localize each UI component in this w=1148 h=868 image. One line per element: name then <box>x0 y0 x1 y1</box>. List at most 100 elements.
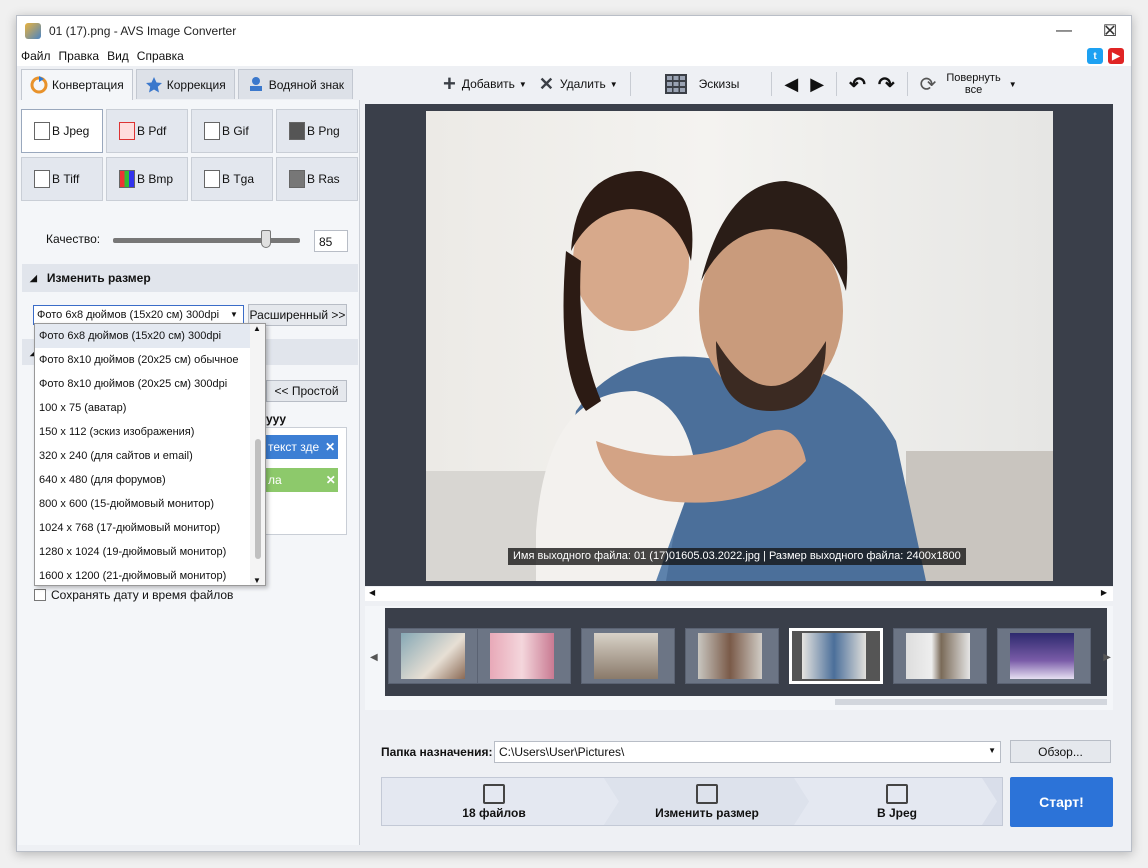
scrollbar-thumb[interactable] <box>255 439 261 559</box>
pdf-icon <box>119 122 135 140</box>
scroll-right-icon[interactable]: ▶ <box>1101 588 1107 597</box>
dropdown-option[interactable]: 320 x 240 (для сайтов и email) <box>35 444 265 468</box>
close-icon[interactable]: ✕ <box>325 440 335 454</box>
dropdown-option[interactable]: 1280 x 1024 (19-дюймовый монитор) <box>35 540 265 564</box>
toolbar-divider <box>771 72 773 96</box>
quality-value-input[interactable]: 85 <box>314 230 348 252</box>
resize-preset-select[interactable]: Фото 6x8 дюймов (15x20 см) 300dpi ▼ <box>33 305 244 325</box>
youtube-icon[interactable]: ▶ <box>1108 48 1124 64</box>
dropdown-option[interactable]: Фото 8x10 дюймов (20x25 см) 300dpi <box>35 372 265 396</box>
format-bmp-button[interactable]: В Bmp <box>106 157 188 201</box>
format-label: В Tga <box>222 172 255 186</box>
toolbar: + Добавить ▼ ✕ Удалить ▼ Эскизы ◀ ▶ ↶ ↷ … <box>365 69 1131 99</box>
star-icon <box>145 76 162 92</box>
tab-conversion[interactable]: Конвертация <box>21 69 133 100</box>
rotate-left-button[interactable]: ↶ <box>843 69 872 99</box>
remove-label: Удалить <box>559 77 606 91</box>
quality-slider-thumb[interactable] <box>261 230 271 248</box>
preview-hscrollbar[interactable]: ◀ ▶ <box>365 587 1113 601</box>
format-png-button[interactable]: В Png <box>276 109 358 153</box>
menu-file[interactable]: Файл <box>21 49 51 63</box>
thumbnail-item-selected[interactable] <box>789 628 883 684</box>
rotate-right-button[interactable]: ↷ <box>872 69 901 99</box>
chevron-down-icon[interactable]: ▼ <box>988 746 996 755</box>
dropdown-option[interactable]: 150 x 112 (эскиз изображения) <box>35 420 265 444</box>
twitter-icon[interactable]: t <box>1087 48 1103 64</box>
prev-button[interactable]: ◀ <box>778 69 804 99</box>
minimize-button[interactable]: — <box>1041 16 1087 46</box>
strip-right-arrow-icon[interactable]: ▶ <box>1103 652 1111 663</box>
scroll-down-icon[interactable]: ▼ <box>253 576 261 585</box>
format-pdf-button[interactable]: В Pdf <box>106 109 188 153</box>
quality-slider-track[interactable] <box>113 238 300 243</box>
destination-path-input[interactable]: C:\Users\User\Pictures\ ▼ <box>494 741 1001 763</box>
tab-watermark[interactable]: Водяной знак <box>237 69 354 99</box>
close-icon[interactable]: ✕ <box>326 473 336 487</box>
start-button[interactable]: Старт! <box>1010 777 1113 827</box>
scroll-left-icon[interactable]: ◀ <box>369 588 375 597</box>
format-tiff-button[interactable]: В Tiff <box>21 157 103 201</box>
remove-button[interactable]: ✕ Удалить ▼ <box>533 69 624 99</box>
rotate-all-line1: Повернуть <box>946 72 1001 84</box>
thumbnail-image <box>594 633 658 679</box>
collapse-triangle-icon: ◢ <box>30 272 37 283</box>
toolbar-divider <box>906 72 908 96</box>
add-button[interactable]: + Добавить ▼ <box>437 69 533 99</box>
output-info-caption: Имя выходного файла: 01 (17)01605.03.202… <box>508 548 966 565</box>
image-chip[interactable]: ла ✕ <box>266 468 338 492</box>
text-chip[interactable]: текст зде ✕ <box>266 435 338 459</box>
scroll-up-icon[interactable]: ▲ <box>253 324 261 333</box>
dropdown-option[interactable]: Фото 8x10 дюймов (20x25 см) обычное <box>35 348 265 372</box>
thumbnail-item[interactable] <box>388 628 482 684</box>
dropdown-option[interactable]: 1024 x 768 (17-дюймовый монитор) <box>35 516 265 540</box>
title-bar: 01 (17).png - AVS Image Converter — ☐ <box>17 16 1131 46</box>
dropdown-option[interactable]: 640 x 480 (для форумов) <box>35 468 265 492</box>
browse-button[interactable]: Обзор... <box>1010 740 1111 763</box>
tab-correction[interactable]: Коррекция <box>135 69 235 99</box>
simple-button[interactable]: << Простой <box>266 380 347 402</box>
thumbnail-item[interactable] <box>581 628 675 684</box>
step-format[interactable]: В Jpeg <box>832 778 962 825</box>
thumbnail-item[interactable] <box>477 628 571 684</box>
format-ras-button[interactable]: В Ras <box>276 157 358 201</box>
menu-help[interactable]: Справка <box>137 49 184 63</box>
strip-left-arrow-icon[interactable]: ◀ <box>370 652 378 663</box>
thumbnails-button[interactable]: Эскизы <box>659 69 746 99</box>
resize-icon <box>696 784 718 804</box>
thumbnail-item[interactable] <box>893 628 987 684</box>
chevron-down-icon: ▼ <box>609 79 618 89</box>
dropdown-option[interactable]: 800 x 600 (15-дюймовый монитор) <box>35 492 265 516</box>
close-button[interactable]: ✕ <box>1087 16 1131 46</box>
preview-area: Имя выходного файла: 01 (17)01605.03.202… <box>365 104 1113 586</box>
resize-section-header[interactable]: ◢ Изменить размер <box>22 264 358 292</box>
dropdown-option[interactable]: 100 x 75 (аватар) <box>35 396 265 420</box>
tab-label: Конвертация <box>52 78 124 92</box>
step-label: 18 файлов <box>462 806 526 820</box>
dropdown-option[interactable]: Фото 6x8 дюймов (15x20 см) 300dpi <box>35 324 265 348</box>
preview-image: Имя выходного файла: 01 (17)01605.03.202… <box>426 111 1053 581</box>
format-jpeg-button[interactable]: В Jpeg <box>21 109 103 153</box>
thumbnail-item[interactable] <box>685 628 779 684</box>
menu-view[interactable]: Вид <box>107 49 129 63</box>
conversion-steps: 18 файлов Изменить размер В Jpeg <box>381 777 1003 826</box>
next-button[interactable]: ▶ <box>804 69 830 99</box>
left-panel: В Jpeg В Pdf В Gif В Png В Tiff В Bmp В … <box>18 100 360 845</box>
rotate-all-button[interactable]: ⟳ Повернуть все ▼ <box>914 69 1023 99</box>
quality-label: Качество: <box>46 232 101 246</box>
menu-edit[interactable]: Правка <box>59 49 100 63</box>
rotate-all-line2: все <box>964 84 983 96</box>
format-label: В Tiff <box>52 172 80 186</box>
step-files[interactable]: 18 файлов <box>422 778 566 825</box>
app-icon <box>25 23 41 39</box>
camera-icon <box>886 784 908 804</box>
step-resize[interactable]: Изменить размер <box>632 778 782 825</box>
format-tga-button[interactable]: В Tga <box>191 157 273 201</box>
dropdown-scrollbar[interactable]: ▲ ▼ <box>250 324 265 585</box>
format-gif-button[interactable]: В Gif <box>191 109 273 153</box>
keep-date-checkbox[interactable]: Сохранять дату и время файлов <box>34 588 233 602</box>
tga-icon <box>204 170 220 188</box>
thumbnail-item[interactable] <box>997 628 1091 684</box>
checkbox-box[interactable] <box>34 589 46 601</box>
dropdown-option[interactable]: 1600 x 1200 (21-дюймовый монитор) <box>35 564 265 585</box>
strip-scrollbar-thumb[interactable] <box>835 699 1107 705</box>
